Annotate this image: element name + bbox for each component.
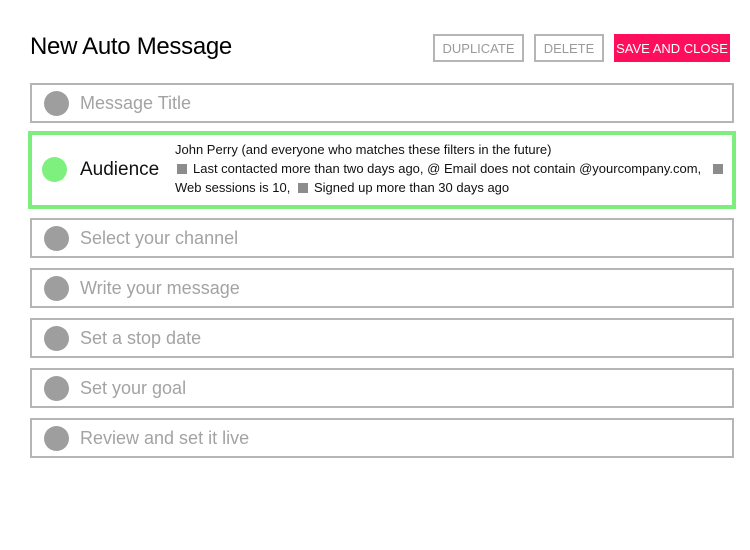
step-status-dot [44, 376, 69, 401]
filter-square-icon [298, 183, 308, 193]
step-status-dot [44, 91, 69, 116]
step-audience[interactable]: Audience John Perry (and everyone who ma… [28, 131, 736, 209]
step-label: Set your goal [80, 378, 187, 398]
audience-filter-summary: John Perry (and everyone who matches the… [175, 140, 731, 197]
step-status-dot [44, 426, 69, 451]
step-set-goal[interactable]: Set your goal [30, 368, 734, 408]
step-stop-date[interactable]: Set a stop date [30, 318, 734, 358]
audience-filter: Web sessions is 10, [175, 180, 291, 195]
filter-square-icon [712, 164, 723, 174]
step-label: Audience [80, 159, 160, 180]
audience-filters: Last contacted more than two days ago, @… [175, 159, 731, 197]
filter-square-icon [177, 164, 187, 174]
step-status-dot [44, 226, 69, 251]
step-status-dot [44, 326, 69, 351]
delete-button[interactable]: DELETE [534, 34, 604, 62]
step-message-title[interactable]: Message Title [30, 83, 734, 123]
step-label: Review and set it live [80, 428, 250, 448]
step-status-dot [44, 276, 69, 301]
save-and-close-button[interactable]: SAVE AND CLOSE [614, 34, 730, 62]
step-status-dot [42, 157, 67, 182]
audience-filter: Signed up more than 30 days ago [314, 180, 510, 195]
step-write-message[interactable]: Write your message [30, 268, 734, 308]
page-title: New Auto Message [30, 33, 232, 60]
step-review-live[interactable]: Review and set it live [30, 418, 734, 458]
step-select-channel[interactable]: Select your channel [30, 218, 734, 258]
page-header: New Auto Message DUPLICATE DELETE SAVE A… [30, 30, 730, 64]
step-label: Select your channel [80, 228, 239, 248]
step-label: Set a stop date [80, 328, 202, 348]
duplicate-button[interactable]: DUPLICATE [433, 34, 524, 62]
audience-summary: John Perry (and everyone who matches the… [175, 142, 552, 157]
audience-filter: Last contacted more than two days ago, @… [193, 161, 702, 176]
step-label: Message Title [80, 93, 192, 113]
step-label: Write your message [80, 278, 240, 298]
